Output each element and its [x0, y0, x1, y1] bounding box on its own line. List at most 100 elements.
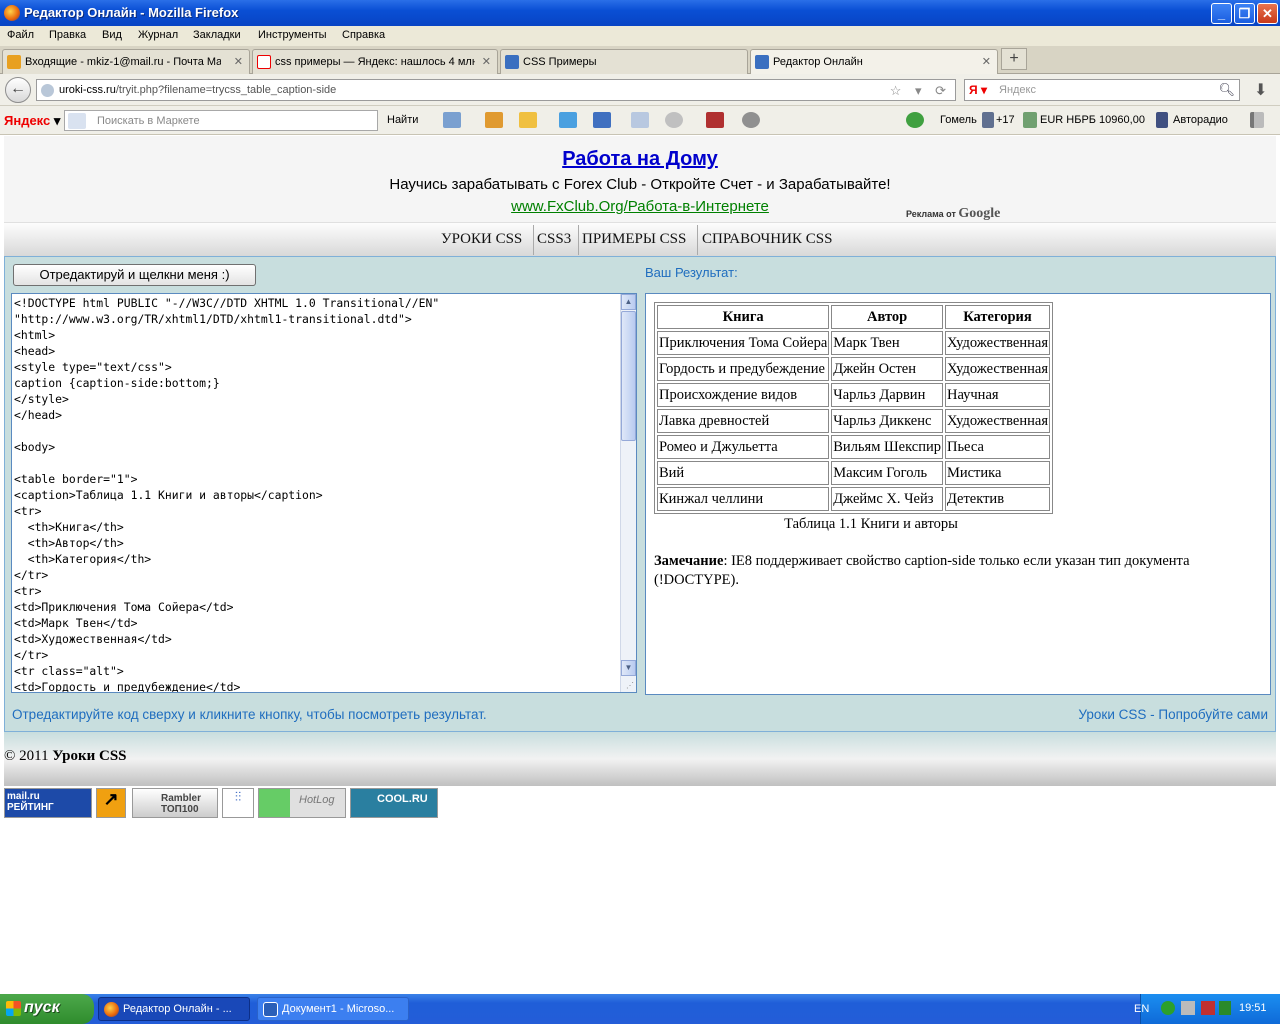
- arrow-counter[interactable]: ↗: [96, 788, 126, 818]
- bookmarks-icon[interactable]: [485, 112, 503, 128]
- nav-css-reference[interactable]: СПРАВОЧНИК CSS: [702, 231, 832, 248]
- css-icon: [755, 55, 769, 69]
- menu-help[interactable]: Справка: [342, 29, 385, 41]
- city-label[interactable]: Гомель: [940, 114, 977, 126]
- temperature-label[interactable]: +17: [996, 114, 1015, 126]
- menu-file[interactable]: Файл: [7, 29, 34, 41]
- search-engine-selector[interactable]: Я ▾: [969, 83, 987, 97]
- menu-edit[interactable]: Правка: [49, 29, 86, 41]
- yandex-logo[interactable]: Яндекс ▾: [4, 113, 60, 129]
- table-cell: Максим Гоголь: [831, 461, 943, 485]
- scroll-up-icon[interactable]: ▲: [621, 294, 636, 310]
- note-text: Замечание: IE8 поддерживает свойство cap…: [654, 553, 1190, 588]
- tray-app-icon[interactable]: [1219, 1001, 1231, 1015]
- scroll-thumb[interactable]: [621, 311, 636, 441]
- clock[interactable]: 19:51: [1239, 1002, 1267, 1014]
- table-cell: Чарльз Диккенс: [831, 409, 943, 433]
- url-actions-icons[interactable]: ☆ ▾ ⟳: [890, 83, 951, 99]
- tab-label: css примеры — Яндекс: нашлось 4 млн ...: [275, 56, 475, 68]
- menu-bookmarks[interactable]: Закладки: [193, 29, 241, 41]
- spellcheck-icon[interactable]: [559, 112, 577, 128]
- security-icon[interactable]: [1201, 1001, 1215, 1015]
- maximize-button[interactable]: ❐: [1234, 3, 1255, 24]
- ad-title-link[interactable]: Работа на Дому: [4, 148, 1276, 171]
- language-indicator[interactable]: EN: [1134, 1003, 1149, 1015]
- coolru-counter[interactable]: COOL.RU: [350, 788, 438, 818]
- unknown-icon[interactable]: [631, 112, 649, 128]
- footer-link[interactable]: Уроки CSS - Попробуйте сами: [1078, 707, 1268, 722]
- location-icon[interactable]: [906, 112, 924, 128]
- back-button[interactable]: ←: [5, 77, 31, 103]
- close-tab-icon[interactable]: ✕: [482, 55, 491, 68]
- liveinternet-counter[interactable]: ⫶⫶: [222, 788, 254, 818]
- editor-scrollbar[interactable]: ▲ ▼: [620, 294, 636, 692]
- menu-tools[interactable]: Инструменты: [258, 29, 327, 41]
- search-input[interactable]: Яндекс: [999, 84, 1036, 96]
- star-icon[interactable]: [519, 112, 537, 128]
- table-cell: Приключения Тома Сойера: [657, 331, 830, 355]
- signal-icon: [1250, 112, 1264, 128]
- translate-icon[interactable]: [593, 112, 611, 128]
- table-row: Кинжал челлини Джеймс Х. Чейз Детектив: [657, 487, 1050, 511]
- nav-css-lessons[interactable]: УРОКИ CSS: [441, 231, 522, 248]
- table-header-row: Книга Автор Категория: [657, 305, 1050, 329]
- chat-icon[interactable]: [665, 112, 683, 128]
- windows-logo-icon: [6, 1001, 21, 1016]
- mail-icon[interactable]: [443, 112, 461, 128]
- close-tab-icon[interactable]: ✕: [982, 55, 991, 68]
- yandex-toolbar: Яндекс ▾ Поискать в Маркете Найти Гомель…: [0, 106, 1280, 135]
- gear-icon[interactable]: [742, 112, 760, 128]
- scroll-down-icon[interactable]: ▼: [621, 660, 636, 676]
- find-button[interactable]: Найти: [387, 114, 418, 126]
- books-table: Книга Автор Категория Приключения Тома С…: [654, 302, 1053, 514]
- ad-url-link[interactable]: www.FxClub.Org/Работа-в-Интернете: [4, 198, 1276, 215]
- close-tab-icon[interactable]: ✕: [234, 55, 243, 68]
- search-icon[interactable]: 🔍︎: [1218, 82, 1235, 98]
- currency-icon: [1023, 112, 1037, 128]
- table-row: Ромео и Джульетта Вильям Шекспир Пьеса: [657, 435, 1050, 459]
- result-panel: Книга Автор Категория Приключения Тома С…: [645, 293, 1271, 695]
- nav-css-examples[interactable]: ПРИМЕРЫ CSS: [582, 231, 686, 248]
- tab-label: Входящие - mkiz-1@mail.ru - Почта Mail..…: [25, 56, 221, 68]
- ad-banner: Работа на Дому Научись зарабатывать с Fo…: [4, 136, 1276, 222]
- download-icon[interactable]: ⬇: [1254, 80, 1267, 100]
- navigation-bar: ← uroki-css.ru/tryit.php?filename=trycss…: [0, 74, 1280, 106]
- tab-label: Редактор Онлайн: [773, 56, 863, 68]
- minimize-button[interactable]: _: [1211, 3, 1232, 24]
- tab-yandex[interactable]: css примеры — Яндекс: нашлось 4 млн ... …: [252, 49, 498, 74]
- menu-view[interactable]: Вид: [102, 29, 122, 41]
- start-button[interactable]: пуск: [0, 994, 94, 1024]
- tab-editor[interactable]: Редактор Онлайн ✕: [750, 49, 998, 74]
- taskbar-item-firefox[interactable]: Редактор Онлайн - ...: [98, 997, 250, 1021]
- url-text[interactable]: uroki-css.ru/tryit.php?filename=trycss_t…: [59, 84, 336, 96]
- url-bar[interactable]: uroki-css.ru/tryit.php?filename=trycss_t…: [36, 79, 956, 101]
- code-editor[interactable]: <!DOCTYPE html PUBLIC "-//W3C//DTD XHTML…: [11, 293, 637, 693]
- tab-css-examples[interactable]: CSS Примеры: [500, 49, 748, 74]
- app-icon[interactable]: [706, 112, 724, 128]
- new-tab-button[interactable]: +: [1001, 48, 1027, 70]
- tab-mail[interactable]: Входящие - mkiz-1@mail.ru - Почта Mail..…: [2, 49, 250, 74]
- market-search-input[interactable]: Поискать в Маркете: [64, 110, 378, 131]
- currency-label[interactable]: EUR НБРБ 10960,00: [1040, 114, 1145, 126]
- table-row: Приключения Тома Сойера Марк Твен Художе…: [657, 331, 1050, 355]
- resize-grip-icon[interactable]: ⋰: [626, 681, 634, 690]
- yandex-icon: [257, 55, 271, 69]
- tray-icon[interactable]: [1161, 1001, 1175, 1015]
- nav-css3[interactable]: CSS3: [537, 231, 571, 248]
- table-cell: Художественная: [944, 409, 1050, 433]
- run-button[interactable]: Отредактируй и щелкни меня :): [13, 264, 256, 286]
- hotlog-counter[interactable]: HotLog: [258, 788, 346, 818]
- network-icon[interactable]: [1181, 1001, 1195, 1015]
- nav-separator: [533, 225, 534, 255]
- code-text[interactable]: <!DOCTYPE html PUBLIC "-//W3C//DTD XHTML…: [14, 295, 439, 692]
- taskbar-item-word[interactable]: Документ1 - Microso...: [257, 997, 409, 1021]
- search-bar[interactable]: Я ▾ Яндекс 🔍︎: [964, 79, 1240, 101]
- speaker-icon[interactable]: [1156, 112, 1168, 128]
- radio-label[interactable]: Авторадио: [1173, 114, 1228, 126]
- rambler-counter[interactable]: Rambler ТОП100: [132, 788, 218, 818]
- mailru-counter[interactable]: mail.ru РЕЙТИНГ: [4, 788, 92, 818]
- table-caption: Таблица 1.1 Книги и авторы: [784, 516, 958, 532]
- ads-by-google[interactable]: Реклама от Google: [906, 206, 1000, 222]
- menu-history[interactable]: Журнал: [138, 29, 178, 41]
- close-button[interactable]: ✕: [1257, 3, 1278, 24]
